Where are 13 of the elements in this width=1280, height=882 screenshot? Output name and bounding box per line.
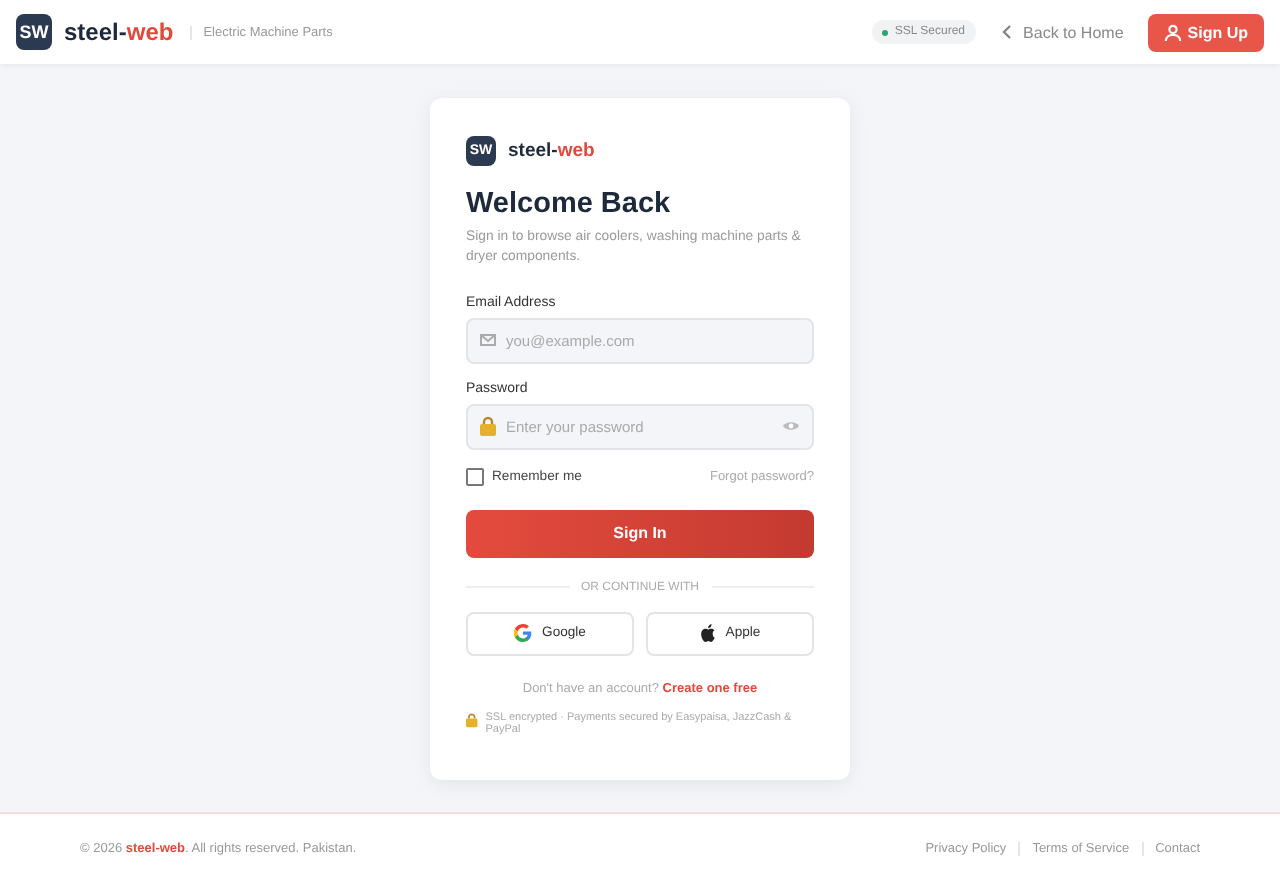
apple-icon [699,624,716,643]
signup-button[interactable]: Sign Up [1147,13,1264,51]
remember-checkbox[interactable] [466,467,484,486]
brand-name: steel-web [508,140,595,162]
chevron-left-icon [999,24,1016,40]
brand-name[interactable]: steel-web [64,18,174,46]
lock-icon [466,711,478,728]
page-title: Welcome Back [466,188,673,220]
google-icon [514,624,533,643]
user-icon [1163,23,1182,41]
logo-mark: SW [16,14,52,50]
sign-in-button[interactable]: Sign In [466,509,814,558]
back-link[interactable]: Back to Home [999,23,1124,41]
